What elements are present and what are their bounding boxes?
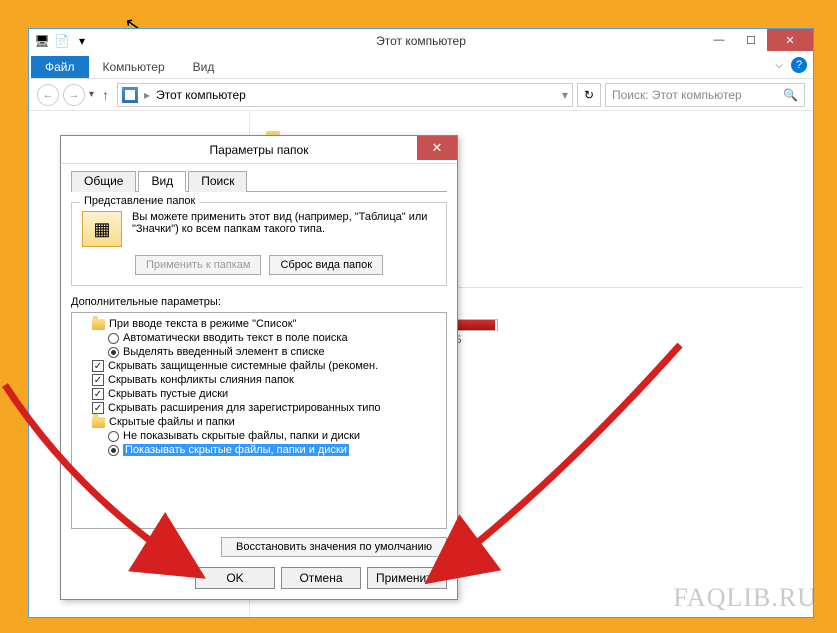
dialog-tabs: Общие Вид Поиск — [71, 170, 447, 192]
restore-defaults-button[interactable]: Восстановить значения по умолчанию — [221, 537, 447, 557]
window-title: Этот компьютер — [376, 34, 466, 48]
tree-item[interactable]: Не показывать скрытые файлы, папки и дис… — [108, 429, 440, 443]
cancel-button[interactable]: Отмена — [281, 567, 361, 589]
search-placeholder: Поиск: Этот компьютер — [612, 88, 742, 102]
checkbox-icon[interactable]: ✓ — [92, 388, 104, 400]
nav-up-button[interactable]: ↑ — [98, 87, 113, 103]
ribbon-tab-view[interactable]: Вид — [179, 56, 229, 78]
navbar: ← → ▾ ↑ ▸ Этот компьютер ▾ ↻ Поиск: Этот… — [29, 79, 813, 111]
tree-item[interactable]: ✓Скрывать расширения для зарегистрирован… — [92, 401, 440, 415]
apply-button[interactable]: Применить — [367, 567, 447, 589]
folder-icon — [92, 417, 105, 428]
nav-forward-button[interactable]: → — [63, 84, 85, 106]
dialog-tab-general[interactable]: Общие — [71, 171, 136, 192]
ribbon-tabs: Файл Компьютер Вид ⌵ ? — [29, 53, 813, 79]
breadcrumb[interactable]: ▸ Этот компьютер ▾ — [117, 83, 573, 107]
ribbon-expand-icon[interactable]: ⌵ — [775, 60, 783, 71]
checkbox-icon[interactable]: ✓ — [92, 360, 104, 372]
folder-preview-icon: ▦ — [82, 211, 122, 247]
tree-item[interactable]: Скрытые файлы и папки — [92, 415, 440, 429]
maximize-button[interactable]: ☐ — [735, 29, 767, 51]
tree-item[interactable]: ✓Скрывать пустые диски — [92, 387, 440, 401]
search-input[interactable]: Поиск: Этот компьютер 🔍 — [605, 83, 805, 107]
tree-item[interactable]: ✓Скрывать защищенные системные файлы (ре… — [92, 359, 440, 373]
search-icon: 🔍 — [783, 88, 798, 102]
tree-item[interactable]: Выделять введенный элемент в списке — [108, 345, 440, 359]
ribbon-tab-computer[interactable]: Компьютер — [89, 56, 179, 78]
nav-back-button[interactable]: ← — [37, 84, 59, 106]
radio-icon[interactable] — [108, 333, 119, 344]
folder-icon — [92, 319, 105, 330]
watermark: FAQLIB.RU — [673, 583, 817, 613]
help-icon[interactable]: ? — [791, 57, 807, 73]
checkbox-icon[interactable]: ✓ — [92, 374, 104, 386]
dialog-title: Параметры папок — [210, 143, 309, 157]
titlebar: 🖥 📄 ▾ Этот компьютер — ☐ ✕ — [29, 29, 813, 53]
dialog-titlebar: Параметры папок ✕ — [61, 136, 457, 164]
qa-icon-3[interactable]: ▾ — [73, 32, 91, 50]
folder-views-group: Представление папок ▦ Вы можете применит… — [71, 202, 447, 286]
close-button[interactable]: ✕ — [767, 29, 813, 51]
ok-button[interactable]: OK — [195, 567, 275, 589]
radio-icon[interactable] — [108, 431, 119, 442]
group-text: Вы можете применить этот вид (например, … — [132, 211, 436, 247]
radio-icon[interactable] — [108, 445, 119, 456]
ribbon-tab-file[interactable]: Файл — [31, 56, 89, 78]
qa-icon-2[interactable]: 📄 — [53, 32, 71, 50]
tree-item[interactable]: При вводе текста в режиме "Список" — [92, 317, 440, 331]
group-title: Представление папок — [80, 195, 199, 207]
dialog-footer: OK Отмена Применить — [71, 557, 447, 589]
nav-history-icon[interactable]: ▾ — [89, 89, 94, 100]
breadcrumb-text: Этот компьютер — [156, 88, 246, 102]
radio-icon[interactable] — [108, 347, 119, 358]
tree-item[interactable]: Автоматически вводить текст в поле поиск… — [108, 331, 440, 345]
reset-folders-button[interactable]: Сброс вида папок — [269, 255, 383, 275]
advanced-label: Дополнительные параметры: — [71, 296, 447, 308]
tree-item[interactable]: ✓Скрывать конфликты слияния папок — [92, 373, 440, 387]
refresh-button[interactable]: ↻ — [577, 83, 601, 107]
qa-icon-1[interactable]: 🖥 — [33, 32, 51, 50]
dialog-tab-search[interactable]: Поиск — [188, 171, 247, 192]
advanced-settings-tree[interactable]: При вводе текста в режиме "Список" Автом… — [71, 312, 447, 529]
minimize-button[interactable]: — — [703, 29, 735, 51]
checkbox-icon[interactable]: ✓ — [92, 402, 104, 414]
computer-icon — [122, 87, 138, 103]
apply-to-folders-button[interactable]: Применить к папкам — [135, 255, 262, 275]
dialog-tab-view[interactable]: Вид — [138, 171, 186, 192]
dialog-close-button[interactable]: ✕ — [417, 136, 457, 160]
folder-options-dialog: Параметры папок ✕ Общие Вид Поиск Предст… — [60, 135, 458, 600]
tree-item-selected[interactable]: Показывать скрытые файлы, папки и диски — [108, 443, 440, 457]
